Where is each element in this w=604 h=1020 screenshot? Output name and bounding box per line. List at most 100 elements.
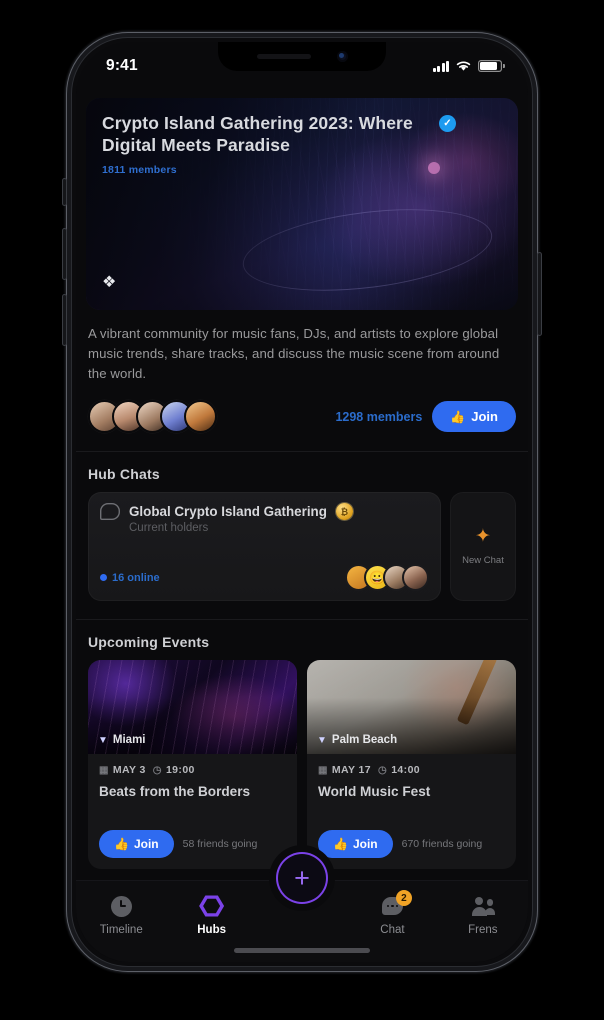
event-image: ▼ Miami xyxy=(88,660,297,755)
online-count-label: 16 online xyxy=(112,571,160,584)
event-date: ▦ MAY 3 xyxy=(99,764,146,776)
tab-frens[interactable]: Frens xyxy=(438,895,528,936)
coin-badge-icon: ₿ xyxy=(335,503,353,521)
volume-down-button[interactable] xyxy=(62,294,67,346)
plus-icon: + xyxy=(294,862,310,893)
join-hub-label: Join xyxy=(471,409,498,425)
join-event-button[interactable]: 👍 Join xyxy=(318,830,393,859)
member-count-label: 1298 members xyxy=(335,409,423,424)
event-location-label: Miami xyxy=(112,734,146,747)
event-location: ▼ Miami xyxy=(98,734,146,746)
join-event-label: Join xyxy=(352,837,378,852)
event-card[interactable]: ▼ Miami ▦ MAY 3 ◷ 19:00 Beats from the B… xyxy=(88,660,297,870)
tab-timeline-label: Timeline xyxy=(99,924,143,936)
hub-chat-card[interactable]: Global Crypto Island Gathering ₿ Current… xyxy=(88,492,441,602)
thumbs-up-icon: 👍 xyxy=(114,837,129,852)
clock-icon: ◷ xyxy=(152,764,162,776)
hero-member-count: 1811 members xyxy=(102,163,177,176)
divider xyxy=(76,619,528,621)
location-pin-icon: ▼ xyxy=(317,734,327,746)
events-row: ▼ Miami ▦ MAY 3 ◷ 19:00 Beats from the B… xyxy=(88,660,516,870)
home-indicator[interactable] xyxy=(234,948,370,953)
chat-unread-badge: 2 xyxy=(395,890,412,906)
chat-bubble-icon: 2 xyxy=(381,890,412,917)
event-location-label: Palm Beach xyxy=(331,734,398,747)
thumbs-up-icon: 👍 xyxy=(450,409,466,424)
event-location: ▼ Palm Beach xyxy=(317,734,397,746)
join-event-button[interactable]: 👍 Join xyxy=(99,830,174,859)
sparkle-icon: ✦ xyxy=(475,526,491,548)
friends-going-label: 58 friends going xyxy=(182,838,258,851)
create-fab-button[interactable]: + xyxy=(278,854,326,902)
new-chat-button[interactable]: ✦ New Chat xyxy=(450,492,516,602)
phone-screen: 9:41 Crypto Island Gathering 2023: Where… xyxy=(76,42,528,962)
people-icon xyxy=(471,895,495,917)
wifi-icon xyxy=(456,61,471,71)
mute-switch[interactable] xyxy=(62,178,67,206)
event-time-label: 19:00 xyxy=(165,764,195,777)
expand-icon[interactable]: ❖ xyxy=(102,272,124,294)
hub-hero-banner[interactable]: Crypto Island Gathering 2023: Where Digi… xyxy=(86,98,518,310)
screenshot-stage: 9:41 Crypto Island Gathering 2023: Where… xyxy=(0,0,604,1020)
online-status: 16 online xyxy=(100,572,160,584)
hub-title: Crypto Island Gathering 2023: Where Digi… xyxy=(102,113,413,156)
event-date-label: MAY 17 xyxy=(331,764,372,777)
friends-going-label: 670 friends going xyxy=(401,838,483,851)
clock-icon: ◷ xyxy=(378,764,388,776)
event-card[interactable]: ▼ Palm Beach ▦ MAY 17 ◷ 14:00 World Musi… xyxy=(307,660,516,870)
cellular-bars-icon xyxy=(432,60,449,72)
hero-text-block: Crypto Island Gathering 2023: Where Digi… xyxy=(102,112,504,176)
tab-hubs-label: Hubs xyxy=(197,924,226,936)
status-time: 9:41 xyxy=(106,57,138,74)
event-footer: 👍 Join 670 friends going xyxy=(318,830,505,859)
tab-hubs[interactable]: Hubs xyxy=(166,895,256,936)
event-date: ▦ MAY 17 xyxy=(318,764,371,776)
status-indicators xyxy=(432,60,505,72)
join-hub-button[interactable]: 👍 Join xyxy=(432,401,516,433)
member-avatar-stack[interactable] xyxy=(88,400,217,434)
online-dot-icon xyxy=(100,574,107,582)
tab-chat[interactable]: 2 Chat xyxy=(347,890,437,936)
hub-description: A vibrant community for music fans, DJs,… xyxy=(88,326,500,382)
location-pin-icon: ▼ xyxy=(98,734,108,746)
divider xyxy=(76,451,528,453)
front-camera-icon xyxy=(336,51,348,62)
chat-name: Global Crypto Island Gathering xyxy=(129,504,327,520)
hero-title-row: Crypto Island Gathering 2023: Where Digi… xyxy=(102,112,504,157)
calendar-icon: ▦ xyxy=(99,764,109,776)
notch xyxy=(218,42,386,71)
event-title: Beats from the Borders xyxy=(99,784,251,800)
event-image: ▼ Palm Beach xyxy=(307,660,516,755)
battery-icon xyxy=(478,60,505,72)
chat-avatar-stack[interactable]: 😀 xyxy=(345,564,429,592)
hub-chats-title: Hub Chats xyxy=(88,466,160,483)
chat-card-footer: 16 online 😀 xyxy=(100,564,429,592)
avatar xyxy=(402,564,429,592)
scroll-content[interactable]: Crypto Island Gathering 2023: Where Digi… xyxy=(76,86,528,962)
event-title: World Music Fest xyxy=(318,784,431,800)
hub-chats-row: Global Crypto Island Gathering ₿ Current… xyxy=(88,492,516,602)
event-body: ▦ MAY 3 ◷ 19:00 Beats from the Borders 👍… xyxy=(88,754,297,869)
chat-card-header: Global Crypto Island Gathering ₿ xyxy=(100,503,429,521)
tab-chat-label: Chat xyxy=(380,924,405,936)
event-meta: ▦ MAY 3 ◷ 19:00 xyxy=(99,764,286,776)
tab-timeline[interactable]: Timeline xyxy=(76,895,166,936)
event-time: ◷ 19:00 xyxy=(153,764,195,776)
tab-frens-label: Frens xyxy=(468,924,498,936)
calendar-icon: ▦ xyxy=(318,764,328,776)
verified-check-icon: ✓ xyxy=(439,115,456,132)
new-chat-label: New Chat xyxy=(462,555,504,567)
event-time: ◷ 14:00 xyxy=(378,764,420,776)
chat-bubble-icon xyxy=(100,503,120,520)
avatar xyxy=(184,400,217,434)
earpiece-speaker xyxy=(256,54,311,59)
event-footer: 👍 Join 58 friends going xyxy=(99,830,286,859)
join-event-label: Join xyxy=(133,837,159,852)
event-body: ▦ MAY 17 ◷ 14:00 World Music Fest 👍 Join… xyxy=(307,754,516,869)
event-date-label: MAY 3 xyxy=(112,764,146,777)
event-meta: ▦ MAY 17 ◷ 14:00 xyxy=(318,764,505,776)
volume-up-button[interactable] xyxy=(62,228,67,280)
event-time-label: 14:00 xyxy=(391,764,421,777)
hexagon-icon xyxy=(199,895,225,917)
power-button[interactable] xyxy=(537,252,542,336)
